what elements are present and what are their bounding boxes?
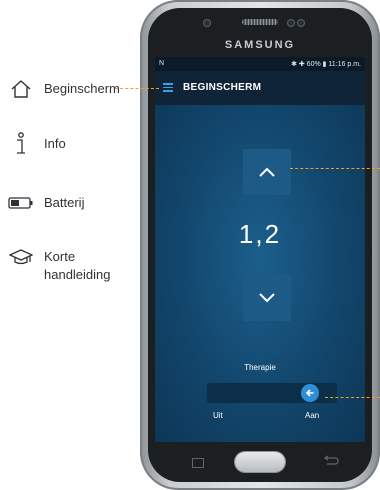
home-button[interactable] <box>235 452 285 472</box>
legend-item-manual: Korte handleiding <box>8 248 111 284</box>
info-icon <box>8 132 34 154</box>
legend-label-manual: Korte handleiding <box>44 249 111 282</box>
front-camera <box>204 20 210 26</box>
legend-item-info: Info <box>8 132 66 154</box>
app-bar: BEGINSCHERM <box>155 71 365 105</box>
graduation-cap-icon <box>8 248 34 268</box>
legend-label-home: Beginscherm <box>44 81 120 96</box>
main-content: 1,2 Therapie Uit Aan <box>155 105 365 442</box>
therapy-label: Therapie <box>244 363 276 372</box>
status-left: N <box>159 60 165 67</box>
battery-icon <box>8 193 34 213</box>
status-bar: N ✱ ✚ 60% ▮ 11:16 p.m. <box>155 57 365 71</box>
status-right: ✱ ✚ 60% ▮ 11:16 p.m. <box>291 61 361 68</box>
toggle-knob[interactable] <box>301 384 319 402</box>
toggle-on-label: Aan <box>305 411 320 420</box>
increase-button[interactable] <box>243 149 291 195</box>
legend-item-home: Beginscherm <box>8 79 120 99</box>
home-icon <box>8 79 34 99</box>
menu-icon[interactable] <box>163 83 173 92</box>
chevron-up-icon <box>259 167 275 177</box>
arrow-left-icon <box>305 389 314 397</box>
recent-apps-icon[interactable] <box>192 458 204 468</box>
legend-item-battery: Batterij <box>8 193 84 213</box>
legend-label-battery: Batterij <box>44 195 85 210</box>
callout-line-toggle <box>325 397 380 398</box>
sensor <box>298 20 304 26</box>
toggle-off-label: Uit <box>213 411 223 420</box>
callout-line-increase <box>290 168 380 169</box>
brand-logo: SAMSUNG <box>224 39 296 51</box>
phone-screen: N ✱ ✚ 60% ▮ 11:16 p.m. BEGINSCHERM 1,2 T… <box>155 57 365 442</box>
chevron-down-icon <box>259 293 275 303</box>
sensor <box>288 20 294 26</box>
therapy-toggle[interactable] <box>207 383 337 403</box>
page-title: BEGINSCHERM <box>183 82 262 93</box>
phone-device: SAMSUNG N ✱ ✚ 60% ▮ 11:16 p.m. BEGINSCHE… <box>140 0 380 490</box>
decrease-button[interactable] <box>243 275 291 321</box>
legend-label-info: Info <box>44 136 66 151</box>
earpiece-speaker <box>242 19 278 25</box>
setting-value: 1,2 <box>238 219 282 249</box>
back-icon[interactable] <box>323 455 339 467</box>
callout-line-menu <box>115 88 159 89</box>
